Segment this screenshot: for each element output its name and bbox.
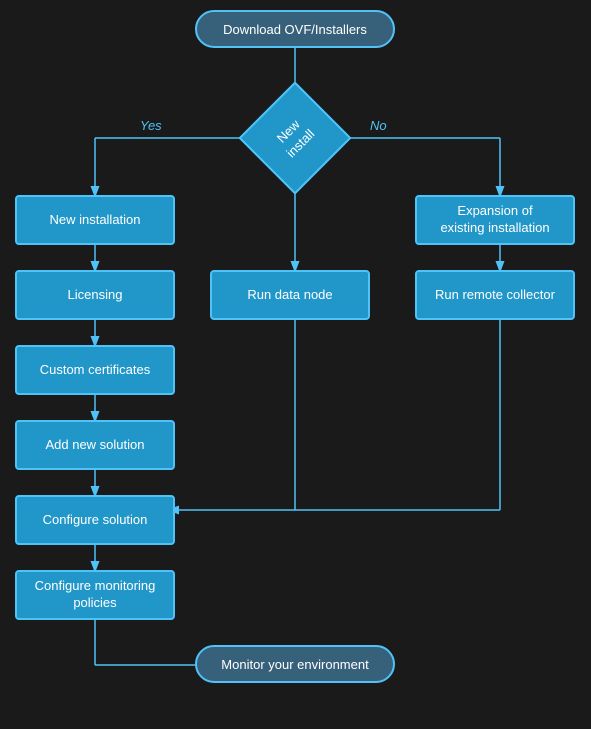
flowchart-diagram: Download OVF/Installers New install Yes … — [0, 0, 591, 729]
monitor-node: Monitor your environment — [195, 645, 395, 683]
configure-monitoring-node: Configure monitoring policies — [15, 570, 175, 620]
run-remote-collector-node: Run remote collector — [415, 270, 575, 320]
new-install-diamond — [238, 81, 351, 194]
no-label: No — [370, 118, 387, 133]
download-node: Download OVF/Installers — [195, 10, 395, 48]
expansion-node: Expansion of existing installation — [415, 195, 575, 245]
yes-label: Yes — [140, 118, 162, 133]
licensing-node: Licensing — [15, 270, 175, 320]
run-data-node: Run data node — [210, 270, 370, 320]
custom-certificates-node: Custom certificates — [15, 345, 175, 395]
new-installation-node: New installation — [15, 195, 175, 245]
add-new-solution-node: Add new solution — [15, 420, 175, 470]
configure-solution-node: Configure solution — [15, 495, 175, 545]
